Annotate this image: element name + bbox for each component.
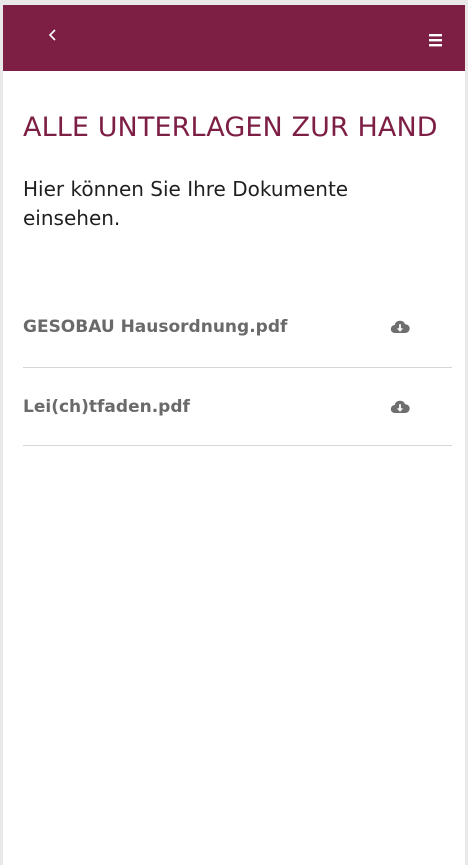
app-screen: ALLE UNTERLAGEN ZUR HAND Hier können Sie… — [3, 5, 465, 865]
cloud-download-icon[interactable] — [389, 318, 411, 336]
page-title: ALLE UNTERLAGEN ZUR HAND — [23, 112, 438, 143]
document-list: GESOBAU Hausordnung.pdf Lei(ch)tfaden.pd… — [23, 287, 452, 446]
intro-text: Hier können Sie Ihre Dokumente einsehen. — [23, 177, 349, 230]
document-name[interactable]: GESOBAU Hausordnung.pdf — [23, 317, 287, 337]
document-name[interactable]: Lei(ch)tfaden.pdf — [23, 397, 190, 417]
top-bar — [3, 5, 465, 71]
document-item-leichtfaden[interactable]: Lei(ch)tfaden.pdf — [23, 368, 452, 446]
document-item-hausordnung[interactable]: GESOBAU Hausordnung.pdf — [23, 287, 452, 368]
back-button[interactable] — [41, 23, 65, 47]
main-content: ALLE UNTERLAGEN ZUR HAND Hier können Sie… — [3, 111, 465, 446]
hamburger-menu-icon — [428, 34, 442, 47]
cloud-download-icon[interactable] — [389, 398, 411, 416]
chevron-left-icon — [48, 29, 56, 41]
menu-button[interactable] — [427, 31, 443, 49]
